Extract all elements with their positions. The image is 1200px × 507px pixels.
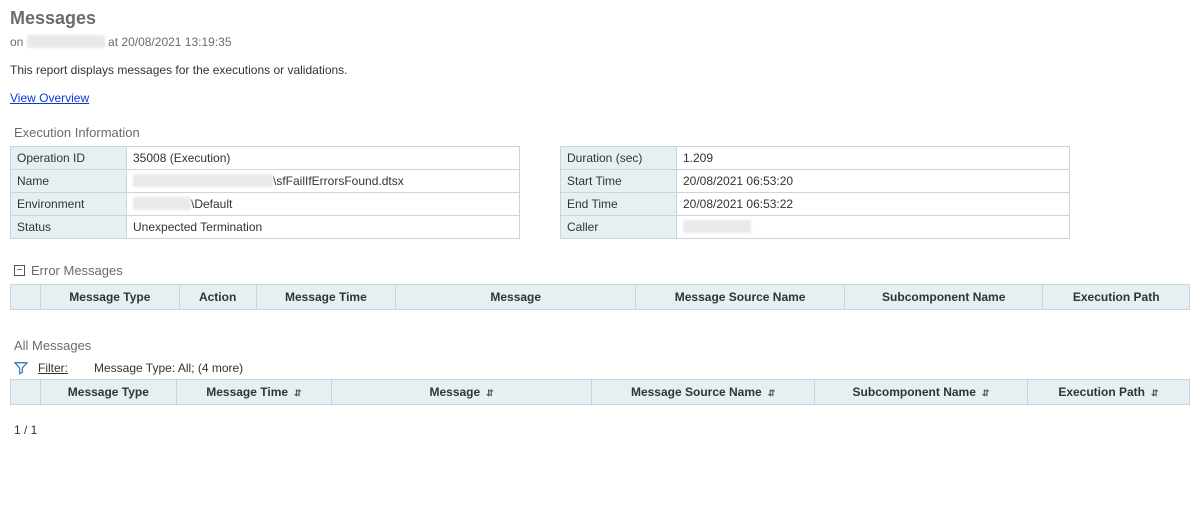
env-redacted [133,197,191,210]
value-name: \sfFailIfErrorsFound.dtsx [127,170,520,193]
meta-at: at [108,35,118,49]
sort-icon[interactable]: ⇵ [1151,389,1159,398]
col-expand [11,285,41,310]
view-overview-link[interactable]: View Overview [10,91,89,105]
label-status: Status [11,216,127,239]
sort-icon[interactable]: ⇵ [982,389,990,398]
name-redacted [133,174,273,187]
row-caller: Caller [561,216,1070,239]
meta-prefix: on [10,35,23,49]
execution-info-heading: Execution Information [14,125,1190,140]
execution-info-right-table: Duration (sec) 1.209 Start Time 20/08/20… [560,146,1070,239]
row-status: Status Unexpected Termination [11,216,520,239]
row-end-time: End Time 20/08/2021 06:53:22 [561,193,1070,216]
col2-message[interactable]: Message⇵ [332,380,592,405]
label-environment: Environment [11,193,127,216]
col2-message-source-name[interactable]: Message Source Name⇵ [592,380,815,405]
page-title: Messages [10,8,1190,29]
col2-message-type[interactable]: Message Type [41,380,177,405]
row-duration: Duration (sec) 1.209 [561,147,1070,170]
sort-icon[interactable]: ⇵ [768,389,776,398]
col-message[interactable]: Message [396,285,636,310]
label-duration: Duration (sec) [561,147,677,170]
col-message-time[interactable]: Message Time [256,285,396,310]
col2-expand [11,380,41,405]
sort-icon[interactable]: ⇵ [486,389,494,398]
col-action[interactable]: Action [179,285,256,310]
col-message-type[interactable]: Message Type [41,285,180,310]
value-status: Unexpected Termination [127,216,520,239]
row-operation-id: Operation ID 35008 (Execution) [11,147,520,170]
label-end-time: End Time [561,193,677,216]
label-start-time: Start Time [561,170,677,193]
value-environment: \Default [127,193,520,216]
col-execution-path[interactable]: Execution Path [1043,285,1190,310]
execution-info-left-table: Operation ID 35008 (Execution) Name \sfF… [10,146,520,239]
col2-message-time[interactable]: Message Time⇵ [176,380,331,405]
report-metadata: on at 20/08/2021 13:19:35 [10,35,1190,49]
filter-summary: Message Type: All; (4 more) [94,361,243,375]
value-duration: 1.209 [677,147,1070,170]
row-name: Name \sfFailIfErrorsFound.dtsx [11,170,520,193]
meta-redacted-server [27,35,105,48]
label-caller: Caller [561,216,677,239]
value-end-time: 20/08/2021 06:53:22 [677,193,1070,216]
filter-link[interactable]: Filter: [38,361,68,375]
col-message-source-name[interactable]: Message Source Name [636,285,845,310]
sort-icon[interactable]: ⇵ [294,389,302,398]
meta-datetime: 20/08/2021 13:19:35 [121,35,231,49]
value-start-time: 20/08/2021 06:53:20 [677,170,1070,193]
col2-execution-path[interactable]: Execution Path⇵ [1027,380,1189,405]
col-subcomponent-name[interactable]: Subcomponent Name [845,285,1043,310]
error-messages-heading: Error Messages [31,263,123,278]
caller-redacted [683,220,751,233]
row-start-time: Start Time 20/08/2021 06:53:20 [561,170,1070,193]
error-messages-table: Message Type Action Message Time Message… [10,284,1190,310]
filter-icon[interactable] [14,361,28,375]
row-environment: Environment \Default [11,193,520,216]
collapse-toggle-error-messages[interactable]: − [14,265,25,276]
label-operation-id: Operation ID [11,147,127,170]
all-messages-table: Message Type Message Time⇵ Message⇵ Mess… [10,379,1190,405]
all-messages-heading: All Messages [14,338,1190,353]
value-caller [677,216,1070,239]
pager: 1 / 1 [14,423,1190,437]
value-operation-id: 35008 (Execution) [127,147,520,170]
col2-subcomponent-name[interactable]: Subcomponent Name⇵ [815,380,1028,405]
report-description: This report displays messages for the ex… [10,63,1190,77]
label-name: Name [11,170,127,193]
